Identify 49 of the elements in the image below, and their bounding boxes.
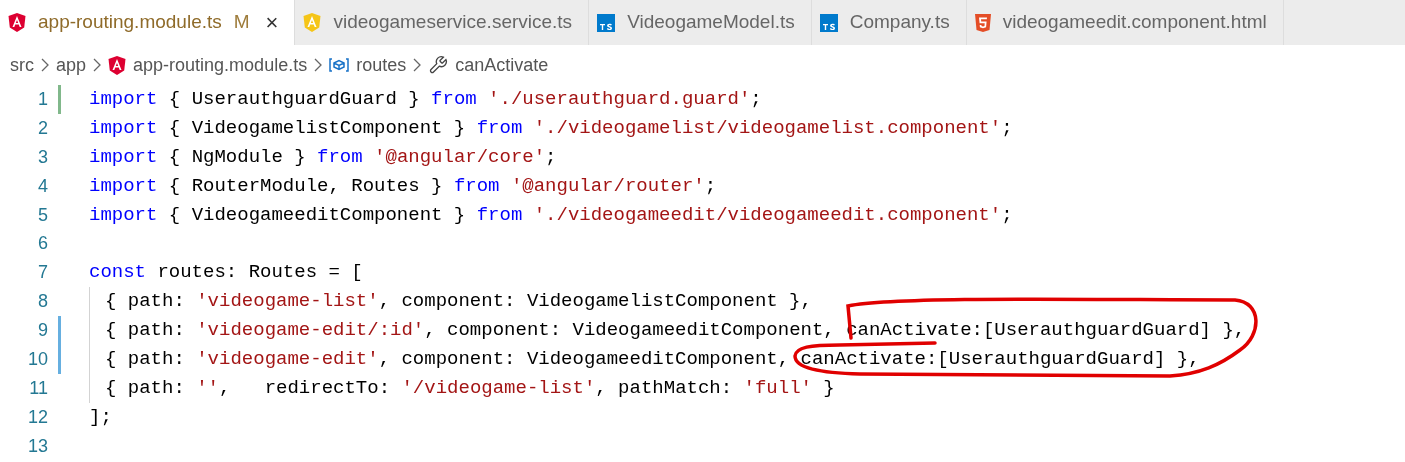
code-line: import { VideogamelistComponent } from './videogamelist/videogamelist.component';	[89, 115, 1013, 141]
line-number: 7	[37, 261, 48, 285]
line-number: 2	[37, 116, 48, 140]
typescript-icon	[819, 13, 838, 32]
breadcrumb-item[interactable]: app	[56, 51, 87, 79]
tab-label: videogameedit.component.html	[1002, 10, 1267, 35]
angular-icon	[303, 13, 322, 32]
line-number: 4	[37, 174, 48, 198]
breadcrumb-item[interactable]: routes	[356, 51, 407, 79]
line-number: 11	[28, 376, 48, 400]
html-icon	[974, 13, 991, 32]
wrench-icon	[428, 55, 449, 75]
editor-tab[interactable]: app-routing.module.ts M ×	[0, 0, 296, 45]
line-number: 6	[37, 232, 48, 256]
angular-icon	[8, 13, 26, 32]
code-line: { path: '', redirectTo: '/videogame-list', pathMatch: 'full' }	[105, 375, 835, 401]
line-number: 3	[37, 145, 48, 169]
tab-label: VideogameModel.ts	[627, 10, 795, 35]
breadcrumb-item[interactable]: canActivate	[455, 51, 549, 79]
code-line: const routes: Routes = [	[89, 260, 363, 286]
breadcrumb-item[interactable]: src	[10, 51, 34, 79]
tab-label: Company.ts	[849, 10, 950, 35]
chevron-icon	[413, 58, 422, 72]
code-line: import { NgModule } from '@angular/core';	[89, 144, 557, 170]
code-line: ];	[89, 404, 112, 430]
code-line: { path: 'videogame-list', component: VideogamelistComponent },	[105, 289, 812, 315]
chevron-icon	[93, 58, 102, 72]
typescript-icon	[597, 13, 616, 32]
code-line: import { VideogameeditComponent } from './videogameedit/videogameedit.component';	[89, 202, 1013, 228]
modified-indicator: M	[233, 10, 250, 35]
code-line: import { UserauthguardGuard } from './userauthguard.guard';	[89, 87, 762, 112]
code-line: { path: 'videogame-edit', component: VideogameeditComponent, canActivate:[UserauthguardGuard] },	[105, 347, 1200, 372]
line-number: 12	[26, 405, 48, 429]
line-number: 8	[37, 290, 48, 314]
line-number: 5	[37, 203, 48, 227]
chevron-icon	[41, 58, 49, 72]
tab-label: videogameservice.service.ts	[333, 10, 573, 35]
variable-icon	[329, 58, 350, 72]
code-line: import { RouterModule, Routes } from '@angular/router';	[89, 173, 717, 199]
line-number: 10	[26, 348, 48, 371]
angular-icon	[108, 55, 127, 75]
close-tab-button[interactable]: ×	[265, 6, 279, 39]
chevron-icon	[314, 58, 323, 72]
added-line-marker	[58, 85, 61, 114]
breadcrumb-item[interactable]: app-routing.module.ts	[133, 51, 308, 79]
tab-label: app-routing.module.ts	[38, 10, 222, 35]
line-number: 1	[37, 88, 48, 111]
line-number: 9	[37, 319, 48, 343]
line-number: 13	[26, 434, 48, 458]
